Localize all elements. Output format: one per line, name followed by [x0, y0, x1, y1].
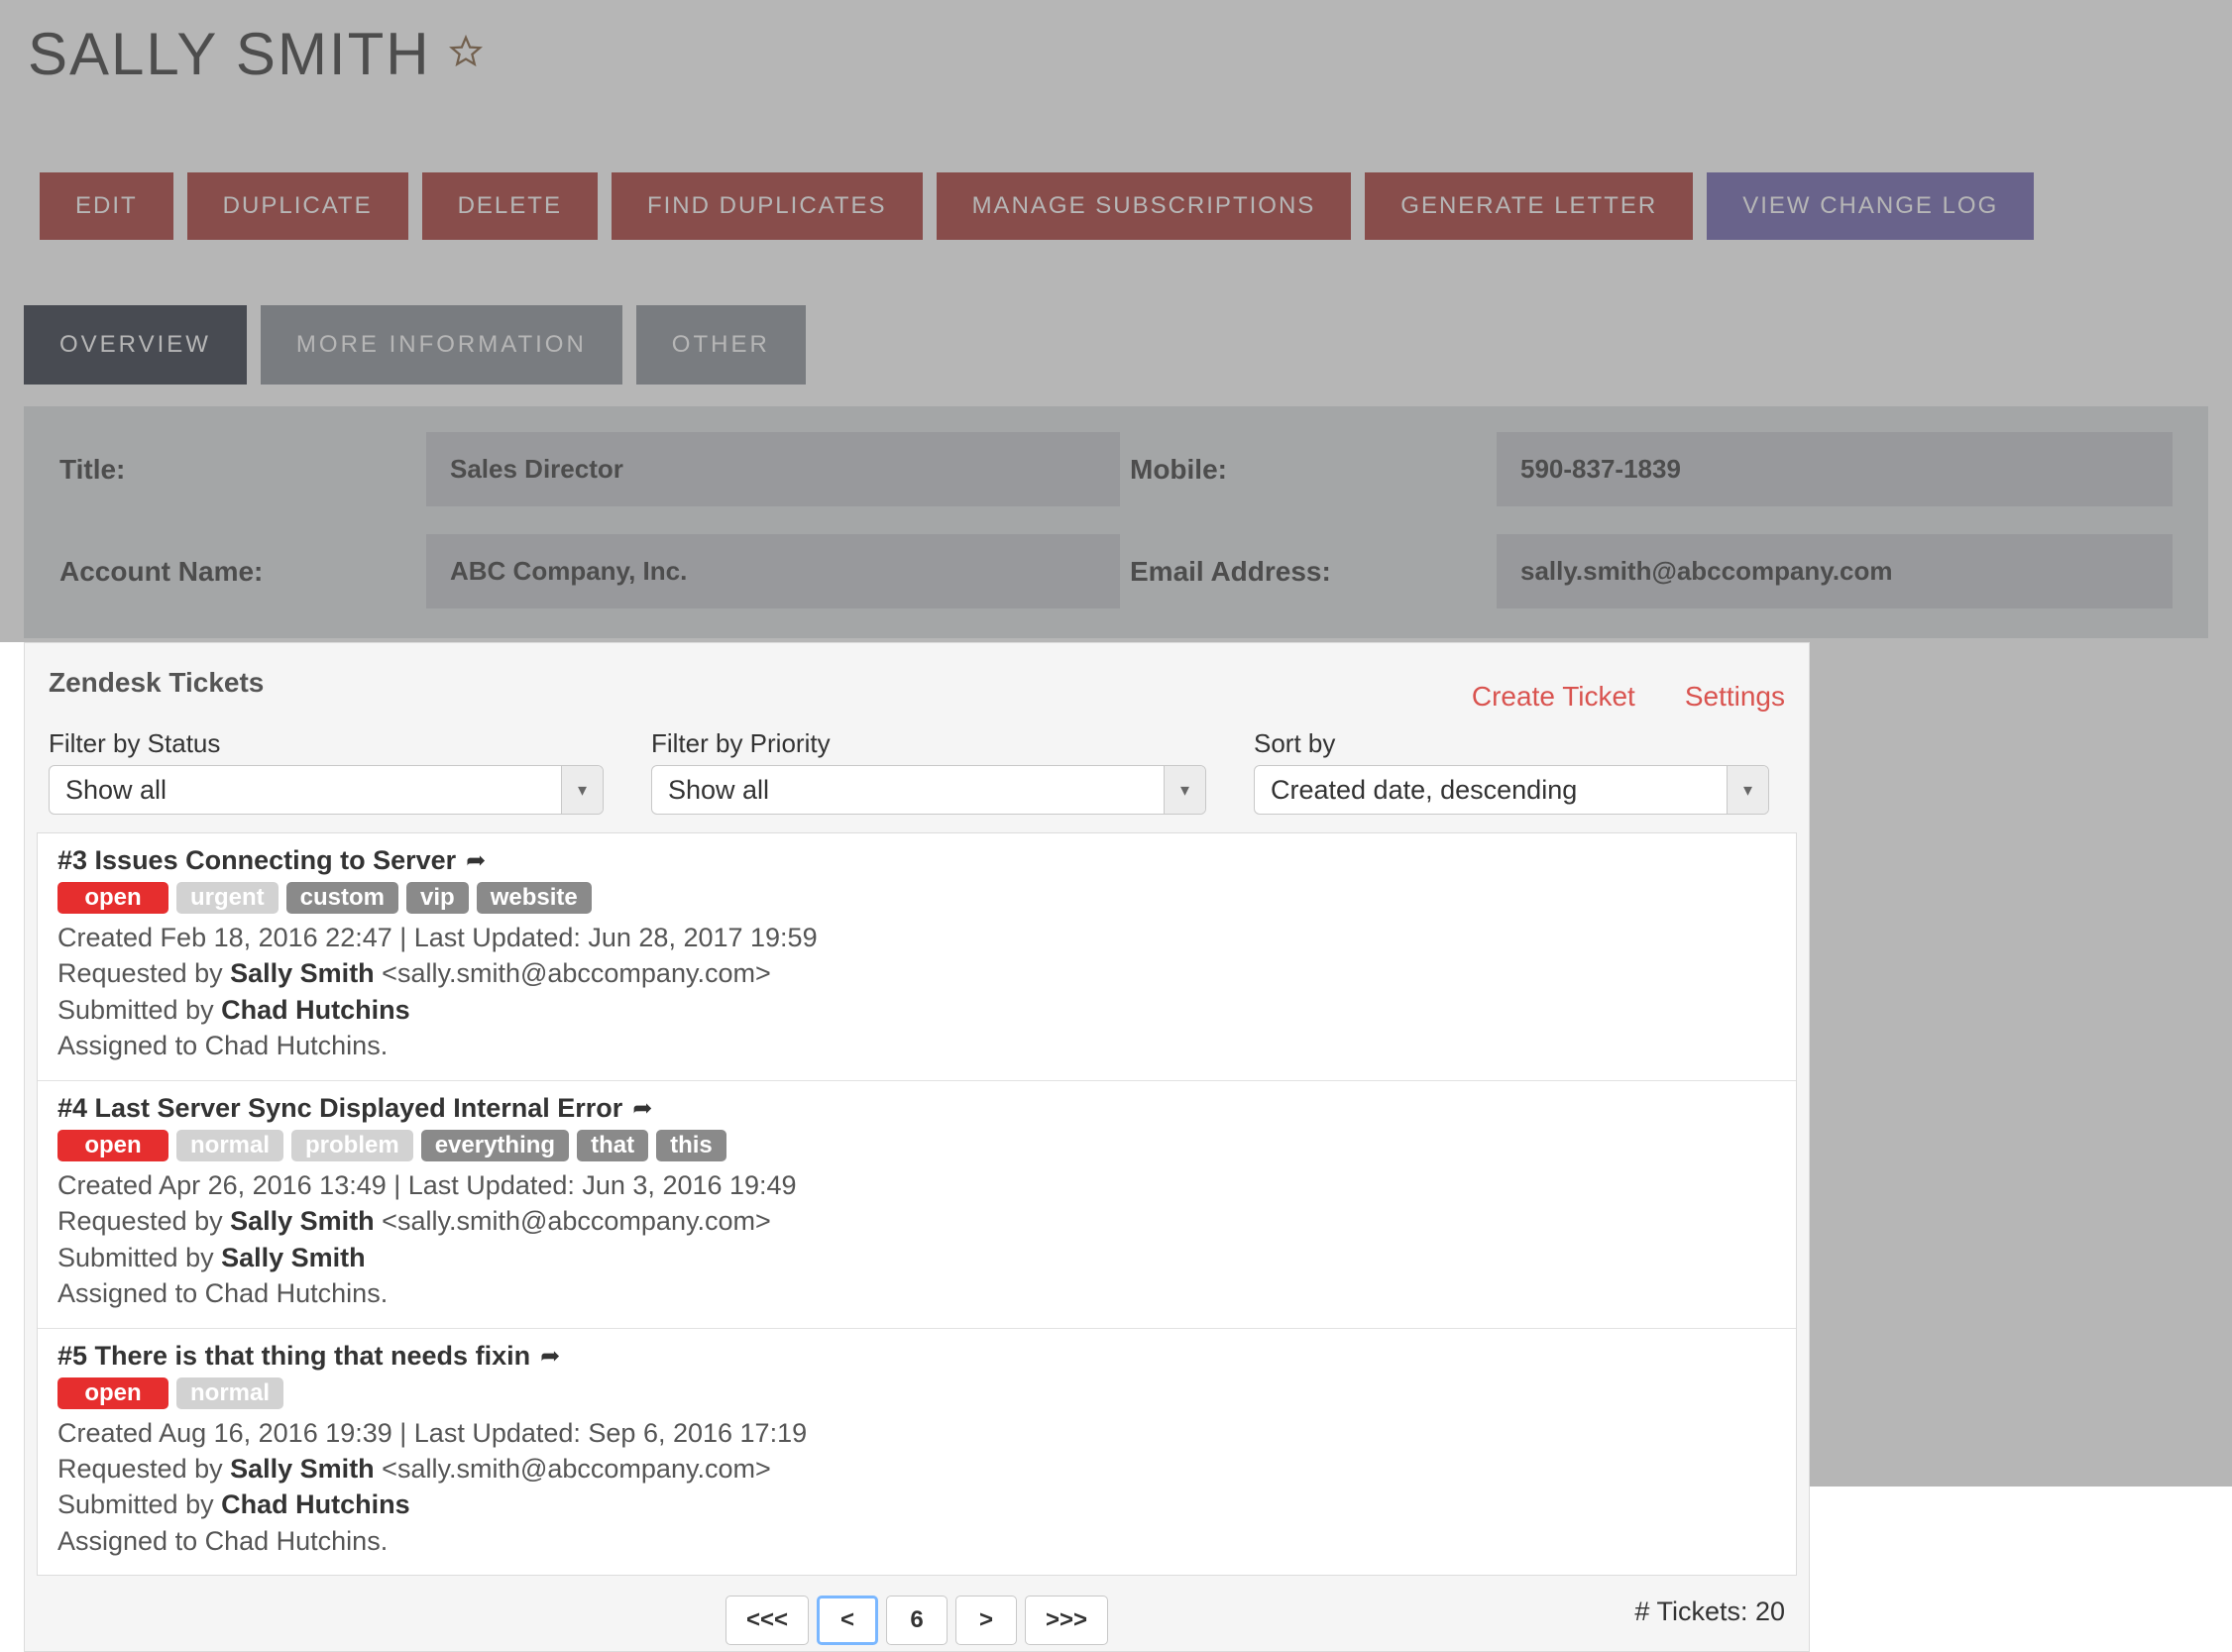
filter-priority-value: Show all — [652, 775, 1164, 806]
ticket-dates: Created Aug 16, 2016 19:39 | Last Update… — [57, 1415, 1776, 1451]
ticket-assigned-to: Assigned to Chad Hutchins. — [57, 1028, 1776, 1063]
pager-prev-button[interactable]: < — [817, 1596, 878, 1645]
ticket-submitted-by: Submitted by Chad Hutchins — [57, 1487, 1776, 1522]
title-label: Title: — [59, 454, 416, 486]
account-value: ABC Company, Inc. — [426, 534, 1120, 608]
ticket-requested-by: Requested by Sally Smith <sally.smith@ab… — [57, 1203, 1776, 1239]
tab-more-information[interactable]: MORE INFORMATION — [261, 305, 622, 385]
ticket-title[interactable]: #5 There is that thing that needs fixin — [57, 1341, 530, 1372]
find-duplicates-button[interactable]: FIND DUPLICATES — [612, 172, 923, 240]
ticket-tag: custom — [286, 882, 398, 914]
title-value: Sales Director — [426, 432, 1120, 506]
ticket-title[interactable]: #3 Issues Connecting to Server — [57, 845, 456, 876]
priority-badge: urgent — [176, 882, 279, 914]
create-ticket-link[interactable]: Create Ticket — [1472, 681, 1635, 713]
ticket-requested-by: Requested by Sally Smith <sally.smith@ab… — [57, 1451, 1776, 1487]
pager-current-page[interactable]: 6 — [886, 1596, 948, 1645]
ticket-dates: Created Feb 18, 2016 22:47 | Last Update… — [57, 920, 1776, 955]
account-label: Account Name: — [59, 556, 416, 588]
mobile-label: Mobile: — [1130, 454, 1487, 486]
page-title: SALLY SMITH — [28, 20, 431, 88]
share-icon[interactable]: ➦ — [466, 846, 486, 875]
settings-link[interactable]: Settings — [1685, 681, 1785, 713]
email-value: sally.smith@abccompany.com — [1497, 534, 2173, 608]
ticket-row: #3 Issues Connecting to Server ➦ open ur… — [38, 833, 1796, 1081]
generate-letter-button[interactable]: GENERATE LETTER — [1365, 172, 1693, 240]
delete-button[interactable]: DELETE — [422, 172, 598, 240]
filter-priority-select[interactable]: Show all ▾ — [651, 765, 1206, 815]
ticket-count: # Tickets: 20 — [1634, 1597, 1785, 1627]
share-icon[interactable]: ➦ — [540, 1342, 560, 1371]
ticket-tag: vip — [406, 882, 469, 914]
ticket-list: #3 Issues Connecting to Server ➦ open ur… — [37, 832, 1797, 1576]
share-icon[interactable]: ➦ — [632, 1094, 652, 1123]
pager-next-button[interactable]: > — [955, 1596, 1017, 1645]
overview-panel: Title: Sales Director Mobile: 590-837-18… — [24, 406, 2208, 638]
chevron-down-icon: ▾ — [1727, 766, 1768, 814]
status-badge: open — [57, 882, 168, 914]
filter-priority-label: Filter by Priority — [651, 728, 1206, 759]
ticket-dates: Created Apr 26, 2016 13:49 | Last Update… — [57, 1167, 1776, 1203]
tab-overview[interactable]: OVERVIEW — [24, 305, 247, 385]
ticket-submitted-by: Submitted by Sally Smith — [57, 1240, 1776, 1275]
edit-button[interactable]: EDIT — [40, 172, 173, 240]
sort-by-value: Created date, descending — [1255, 775, 1727, 806]
favorite-star-icon[interactable] — [449, 35, 483, 73]
pager: <<< < 6 > >>> — [725, 1596, 1108, 1645]
sort-by-select[interactable]: Created date, descending ▾ — [1254, 765, 1769, 815]
filter-status-value: Show all — [50, 775, 561, 806]
ticket-submitted-by: Submitted by Chad Hutchins — [57, 992, 1776, 1028]
ticket-assigned-to: Assigned to Chad Hutchins. — [57, 1523, 1776, 1559]
ticket-tag: website — [477, 882, 592, 914]
ticket-tag: this — [656, 1130, 726, 1161]
priority-badge: normal — [176, 1130, 283, 1161]
mobile-value: 590-837-1839 — [1497, 432, 2173, 506]
pager-first-button[interactable]: <<< — [725, 1596, 809, 1645]
type-badge: problem — [291, 1130, 413, 1161]
manage-subscriptions-button[interactable]: MANAGE SUBSCRIPTIONS — [937, 172, 1352, 240]
chevron-down-icon: ▾ — [1164, 766, 1205, 814]
ticket-requested-by: Requested by Sally Smith <sally.smith@ab… — [57, 955, 1776, 991]
ticket-assigned-to: Assigned to Chad Hutchins. — [57, 1275, 1776, 1311]
zendesk-title: Zendesk Tickets — [49, 667, 264, 699]
view-change-log-button[interactable]: VIEW CHANGE LOG — [1707, 172, 2034, 240]
tab-other[interactable]: OTHER — [636, 305, 806, 385]
filter-status-select[interactable]: Show all ▾ — [49, 765, 604, 815]
ticket-row: #5 There is that thing that needs fixin … — [38, 1329, 1796, 1576]
filter-status-label: Filter by Status — [49, 728, 604, 759]
email-label: Email Address: — [1130, 556, 1487, 588]
duplicate-button[interactable]: DUPLICATE — [187, 172, 408, 240]
zendesk-panel: Zendesk Tickets Create Ticket Settings F… — [24, 642, 1810, 1652]
sort-by-label: Sort by — [1254, 728, 1769, 759]
pager-last-button[interactable]: >>> — [1025, 1596, 1108, 1645]
ticket-row: #4 Last Server Sync Displayed Internal E… — [38, 1081, 1796, 1329]
ticket-title[interactable]: #4 Last Server Sync Displayed Internal E… — [57, 1093, 622, 1124]
status-badge: open — [57, 1130, 168, 1161]
priority-badge: normal — [176, 1377, 283, 1409]
ticket-tag: everything — [421, 1130, 569, 1161]
status-badge: open — [57, 1377, 168, 1409]
ticket-tag: that — [577, 1130, 648, 1161]
chevron-down-icon: ▾ — [561, 766, 603, 814]
